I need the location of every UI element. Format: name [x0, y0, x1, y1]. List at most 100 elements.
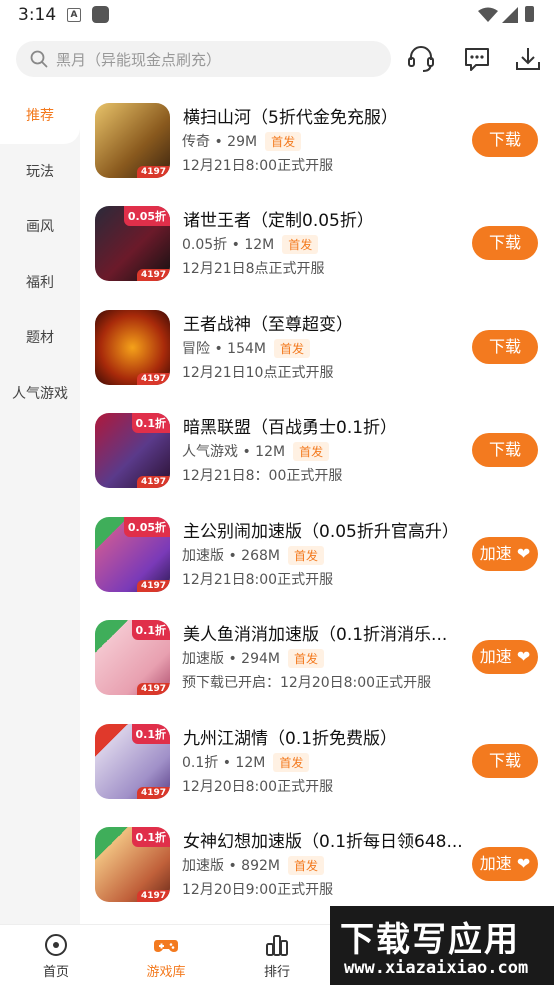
nav-home[interactable]: 首页 [16, 931, 96, 980]
platform-badge: 4197 [136, 787, 170, 799]
status-bar: 3:14 A [0, 0, 554, 32]
download-button[interactable]: 下载 [472, 226, 538, 260]
game-meta: 传奇 • 29M 首发 [182, 131, 302, 151]
wifi-icon [478, 7, 498, 22]
platform-badge: 4197 [136, 476, 170, 488]
open-date: 预下载已开启：12月20日8:00正式开服 [182, 675, 432, 691]
platform-badge: 4197 [136, 890, 170, 902]
discount-badge: 0.1折 [131, 827, 170, 847]
open-date: 12月21日8点正式开服 [182, 261, 325, 277]
platform-badge: 4197 [136, 373, 170, 385]
sidebar-item-art-style[interactable]: 画风 [0, 199, 80, 255]
download-icon[interactable] [513, 44, 543, 74]
category-sidebar: 推荐 玩法 画风 福利 题材 人气游戏 [0, 88, 80, 924]
download-button[interactable]: 下载 [472, 330, 538, 364]
game-meta: 冒险 • 154M 首发 [182, 338, 310, 358]
nav-rank-label: 排行 [263, 965, 290, 980]
game-title[interactable]: 主公别闹加速版（0.05折升官高升） [183, 517, 459, 542]
game-icon[interactable]: 0.1折 4197 [95, 413, 170, 488]
game-list-item[interactable]: 0.05折 4197 主公别闹加速版（0.05折升官高升） 加速版 • 268M… [95, 517, 538, 597]
game-meta-text: 0.1折 • 12M [182, 755, 266, 771]
game-title[interactable]: 暗黑联盟（百战勇士0.1折） [183, 413, 397, 438]
discount-badge: 0.1折 [131, 724, 170, 744]
home-icon [45, 934, 67, 956]
first-release-tag: 首发 [293, 442, 330, 461]
nav-game-library[interactable]: 游戏库 [126, 931, 206, 980]
game-meta: 加速版 • 892M 首发 [182, 855, 324, 875]
game-meta-text: 冒险 • 154M [182, 341, 266, 357]
game-list-item[interactable]: 0.1折 4197 女神幻想加速版（0.1折每日领648... 加速版 • 89… [95, 827, 538, 907]
platform-badge: 4197 [136, 166, 170, 178]
game-icon[interactable]: 0.1折 4197 [95, 724, 170, 799]
game-title[interactable]: 九州江湖情（0.1折免费版） [183, 724, 397, 749]
sidebar-item-popular[interactable]: 人气游戏 [0, 366, 80, 422]
game-meta-text: 加速版 • 268M [182, 548, 280, 564]
game-icon[interactable]: 0.05折 4197 [95, 517, 170, 592]
game-meta-text: 传奇 • 29M [182, 134, 258, 150]
game-title[interactable]: 女神幻想加速版（0.1折每日领648... [183, 827, 463, 852]
game-icon[interactable]: 0.1折 4197 [95, 620, 170, 695]
open-date: 12月21日10点正式开服 [182, 365, 334, 381]
game-meta: 人气游戏 • 12M 首发 [182, 441, 330, 461]
accelerate-button[interactable]: 加速 ❤ [472, 847, 538, 881]
accelerate-button[interactable]: 加速 ❤ [472, 640, 538, 674]
sidebar-item-welfare[interactable]: 福利 [0, 255, 80, 311]
game-list-item[interactable]: 0.05折 4197 诸世王者（定制0.05折） 0.05折 • 12M 首发 1… [95, 206, 538, 286]
discount-badge: 0.05折 [123, 517, 170, 537]
sidebar-item-theme[interactable]: 题材 [0, 310, 80, 366]
game-icon[interactable]: 4197 [95, 310, 170, 385]
game-title[interactable]: 王者战神（至尊超变） [183, 310, 353, 335]
game-meta-text: 加速版 • 294M [182, 651, 280, 667]
game-list-item[interactable]: 0.1折 4197 九州江湖情（0.1折免费版） 0.1折 • 12M 首发 12… [95, 724, 538, 804]
game-meta: 0.05折 • 12M 首发 [182, 234, 319, 254]
sidebar-item-recommend[interactable]: 推荐 [0, 88, 80, 144]
first-release-tag: 首发 [287, 856, 324, 875]
game-list-item[interactable]: 0.1折 4197 美人鱼消消加速版（0.1折消消乐... 加速版 • 294M… [95, 620, 538, 700]
nav-rank[interactable]: 排行 [237, 931, 317, 980]
nav-home-label: 首页 [42, 965, 69, 980]
customer-service-icon[interactable] [406, 44, 436, 74]
sidebar-item-gameplay[interactable]: 玩法 [0, 144, 80, 200]
platform-badge: 4197 [136, 580, 170, 592]
signal-icon [502, 7, 518, 23]
first-release-tag: 首发 [287, 546, 324, 565]
message-icon[interactable] [462, 44, 492, 74]
ranking-icon [266, 935, 288, 956]
platform-badge: 4197 [136, 269, 170, 281]
site-watermark-logo: 下载写应用 www.xiazaixiao.com [330, 906, 554, 985]
game-meta-text: 加速版 • 892M [182, 858, 280, 874]
platform-badge: 4197 [136, 683, 170, 695]
game-list-item[interactable]: 4197 王者战神（至尊超变） 冒险 • 154M 首发 12月21日10点正式开… [95, 310, 538, 390]
battery-icon [525, 6, 534, 22]
game-meta-text: 0.05折 • 12M [182, 237, 275, 253]
first-release-tag: 首发 [273, 339, 310, 358]
download-button[interactable]: 下载 [472, 433, 538, 467]
game-meta: 加速版 • 294M 首发 [182, 648, 324, 668]
open-date: 12月21日8：00正式开服 [182, 468, 343, 484]
accelerate-button[interactable]: 加速 ❤ [472, 537, 538, 571]
game-list-item[interactable]: 4197 横扫山河（5折代金免充服） 传奇 • 29M 首发 12月21日8:00… [95, 103, 538, 183]
download-button[interactable]: 下载 [472, 123, 538, 157]
download-button[interactable]: 下载 [472, 744, 538, 778]
discount-badge: 0.1折 [131, 620, 170, 640]
game-meta: 0.1折 • 12M 首发 [182, 752, 310, 772]
watermark-title: 下载写应用 [340, 920, 520, 960]
gamepad-icon [154, 940, 178, 952]
game-title[interactable]: 美人鱼消消加速版（0.1折消消乐... [183, 620, 447, 645]
discount-badge: 0.1折 [131, 413, 170, 433]
watermark-url: www.xiazaixiao.com [344, 958, 529, 978]
game-list-item[interactable]: 0.1折 4197 暗黑联盟（百战勇士0.1折） 人气游戏 • 12M 首发 12… [95, 413, 538, 493]
game-icon[interactable]: 0.05折 4197 [95, 206, 170, 281]
first-release-tag: 首发 [287, 649, 324, 668]
game-icon[interactable]: 0.1折 4197 [95, 827, 170, 902]
first-release-tag: 首发 [273, 753, 310, 772]
game-icon[interactable]: 4197 [95, 103, 170, 178]
game-title[interactable]: 横扫山河（5折代金免充服） [183, 103, 398, 128]
notification-icon [92, 6, 109, 23]
search-input[interactable]: 黑月（异能现金点刷充） [56, 49, 221, 70]
open-date: 12月21日8:00正式开服 [182, 158, 334, 174]
search-icon [30, 50, 48, 68]
open-date: 12月20日9:00正式开服 [182, 882, 334, 898]
game-title[interactable]: 诸世王者（定制0.05折） [183, 206, 374, 231]
search-bar[interactable]: 黑月（异能现金点刷充） [16, 41, 391, 77]
